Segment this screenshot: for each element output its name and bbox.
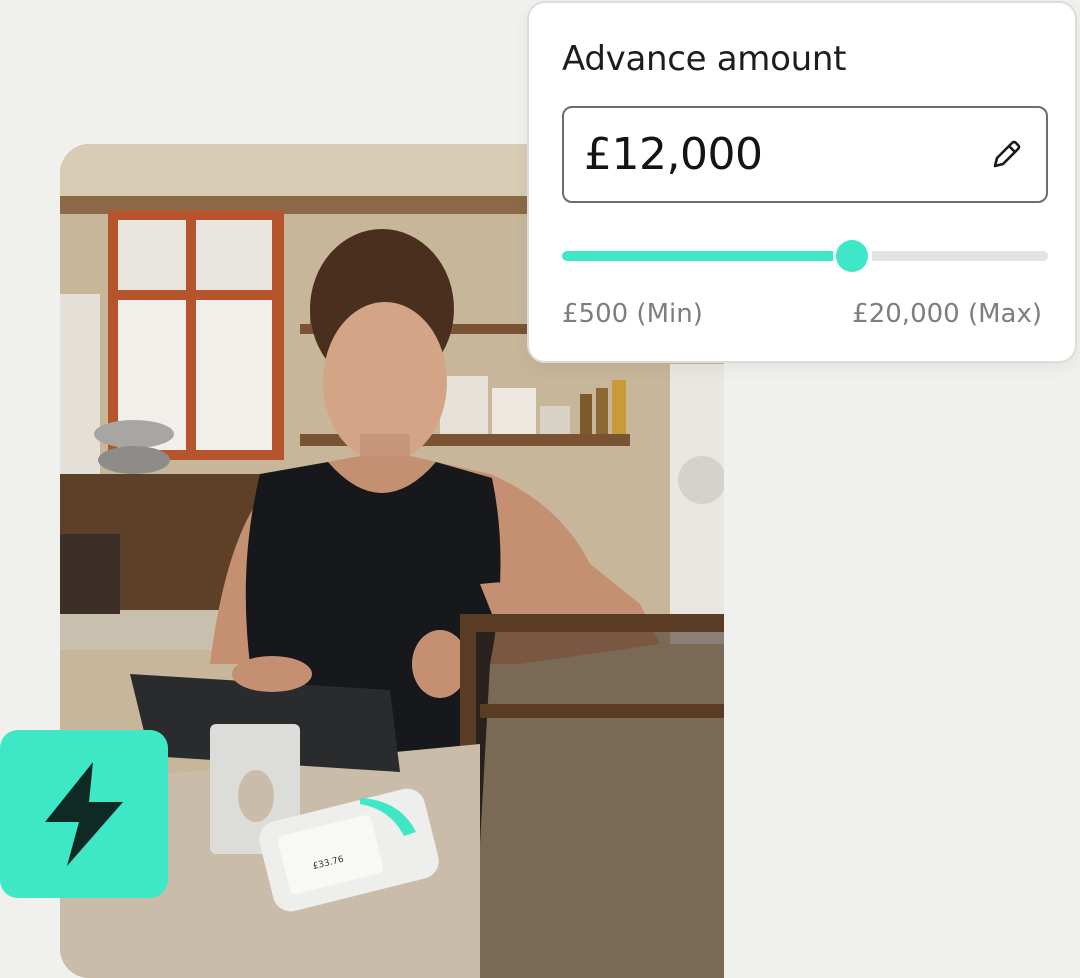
- max-label: £20,000 (Max): [852, 299, 1042, 329]
- lightning-bolt-icon: [45, 762, 123, 866]
- edit-amount-button[interactable]: [988, 137, 1024, 173]
- slider-thumb[interactable]: [836, 240, 868, 272]
- amount-field[interactable]: £12,000: [562, 106, 1048, 203]
- amount-slider[interactable]: [562, 239, 1048, 273]
- lightning-badge: [0, 730, 168, 898]
- min-label: £500 (Min): [562, 299, 703, 329]
- pencil-icon: [993, 140, 1021, 168]
- amount-value: £12,000: [584, 129, 763, 180]
- card-title: Advance amount: [562, 39, 847, 79]
- slider-fill: [562, 251, 836, 261]
- advance-amount-card: Advance amount £12,000 £500 (Min) £20,00…: [527, 1, 1077, 363]
